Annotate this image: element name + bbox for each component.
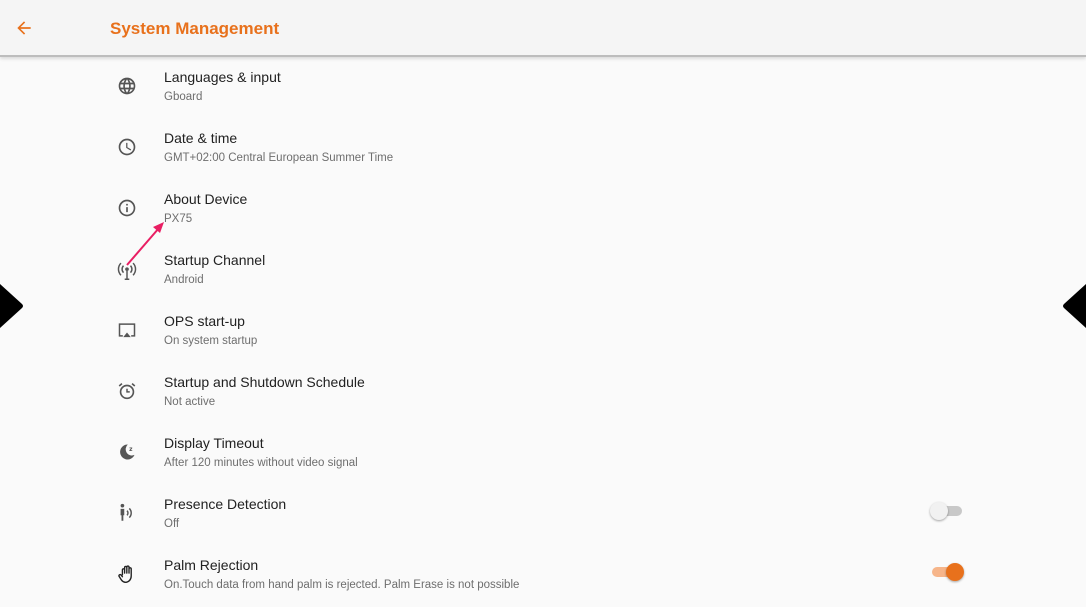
alarm-clock-icon bbox=[114, 378, 140, 404]
setting-presence-detection[interactable]: Presence Detection Off bbox=[0, 484, 1086, 545]
setting-summary: PX75 bbox=[164, 213, 193, 225]
setting-label: Display Timeout bbox=[164, 435, 264, 451]
clock-icon bbox=[114, 134, 140, 160]
page-title: System Management bbox=[110, 19, 280, 38]
arrow-left-icon bbox=[17, 21, 31, 35]
setting-display-timeout[interactable]: z Display Timeout After 120 minutes with… bbox=[0, 423, 1086, 484]
setting-summary: Not active bbox=[164, 396, 216, 408]
setting-summary: On system startup bbox=[164, 335, 258, 347]
broadcast-icon bbox=[114, 258, 140, 284]
back-button[interactable] bbox=[10, 14, 38, 42]
setting-label: Startup Channel bbox=[164, 252, 266, 268]
setting-summary: After 120 minutes without video signal bbox=[164, 457, 358, 469]
setting-ops-startup[interactable]: OPS start-up On system startup bbox=[0, 301, 1086, 362]
setting-date-time[interactable]: Date & time GMT+02:00 Central European S… bbox=[0, 118, 1086, 179]
hand-icon bbox=[114, 561, 140, 587]
settings-list: Languages & input Gboard Date & time GMT… bbox=[0, 57, 1086, 606]
toggle-thumb bbox=[946, 563, 964, 581]
sleep-moon-icon: z bbox=[114, 439, 140, 465]
setting-label: Presence Detection bbox=[164, 496, 287, 512]
setting-summary: Gboard bbox=[164, 91, 203, 103]
toggle-thumb bbox=[930, 502, 948, 520]
setting-palm-rejection[interactable]: Palm Rejection On.Touch data from hand p… bbox=[0, 545, 1086, 606]
presence-detection-toggle[interactable] bbox=[930, 501, 964, 521]
setting-summary: Android bbox=[164, 274, 204, 286]
setting-startup-shutdown-schedule[interactable]: Startup and Shutdown Schedule Not active bbox=[0, 362, 1086, 423]
right-edge-handle[interactable] bbox=[1062, 284, 1086, 328]
right-handle-icon bbox=[1063, 284, 1086, 328]
globe-icon bbox=[114, 73, 140, 99]
setting-label: OPS start-up bbox=[164, 313, 245, 329]
setting-languages-input[interactable]: Languages & input Gboard bbox=[0, 57, 1086, 118]
app-window: System Management Languages & input Gboa… bbox=[0, 0, 1086, 607]
palm-rejection-toggle[interactable] bbox=[930, 562, 964, 582]
setting-label: Palm Rejection bbox=[164, 557, 259, 573]
left-edge-handle[interactable] bbox=[0, 284, 24, 328]
setting-summary: Off bbox=[164, 518, 180, 530]
left-handle-icon bbox=[0, 284, 23, 328]
svg-text:z: z bbox=[129, 447, 133, 453]
person-sensing-icon bbox=[114, 500, 140, 526]
info-icon bbox=[114, 195, 140, 221]
top-app-bar: System Management bbox=[0, 0, 1086, 57]
setting-summary: On.Touch data from hand palm is rejected… bbox=[164, 579, 520, 591]
setting-startup-channel[interactable]: Startup Channel Android bbox=[0, 240, 1086, 301]
setting-label: Date & time bbox=[164, 130, 238, 146]
setting-label: About Device bbox=[164, 191, 248, 207]
setting-about-device[interactable]: About Device PX75 bbox=[0, 179, 1086, 240]
setting-summary: GMT+02:00 Central European Summer Time bbox=[164, 152, 394, 164]
setting-label: Languages & input bbox=[164, 69, 281, 85]
cast-screen-icon bbox=[114, 317, 140, 343]
setting-label: Startup and Shutdown Schedule bbox=[164, 374, 365, 390]
